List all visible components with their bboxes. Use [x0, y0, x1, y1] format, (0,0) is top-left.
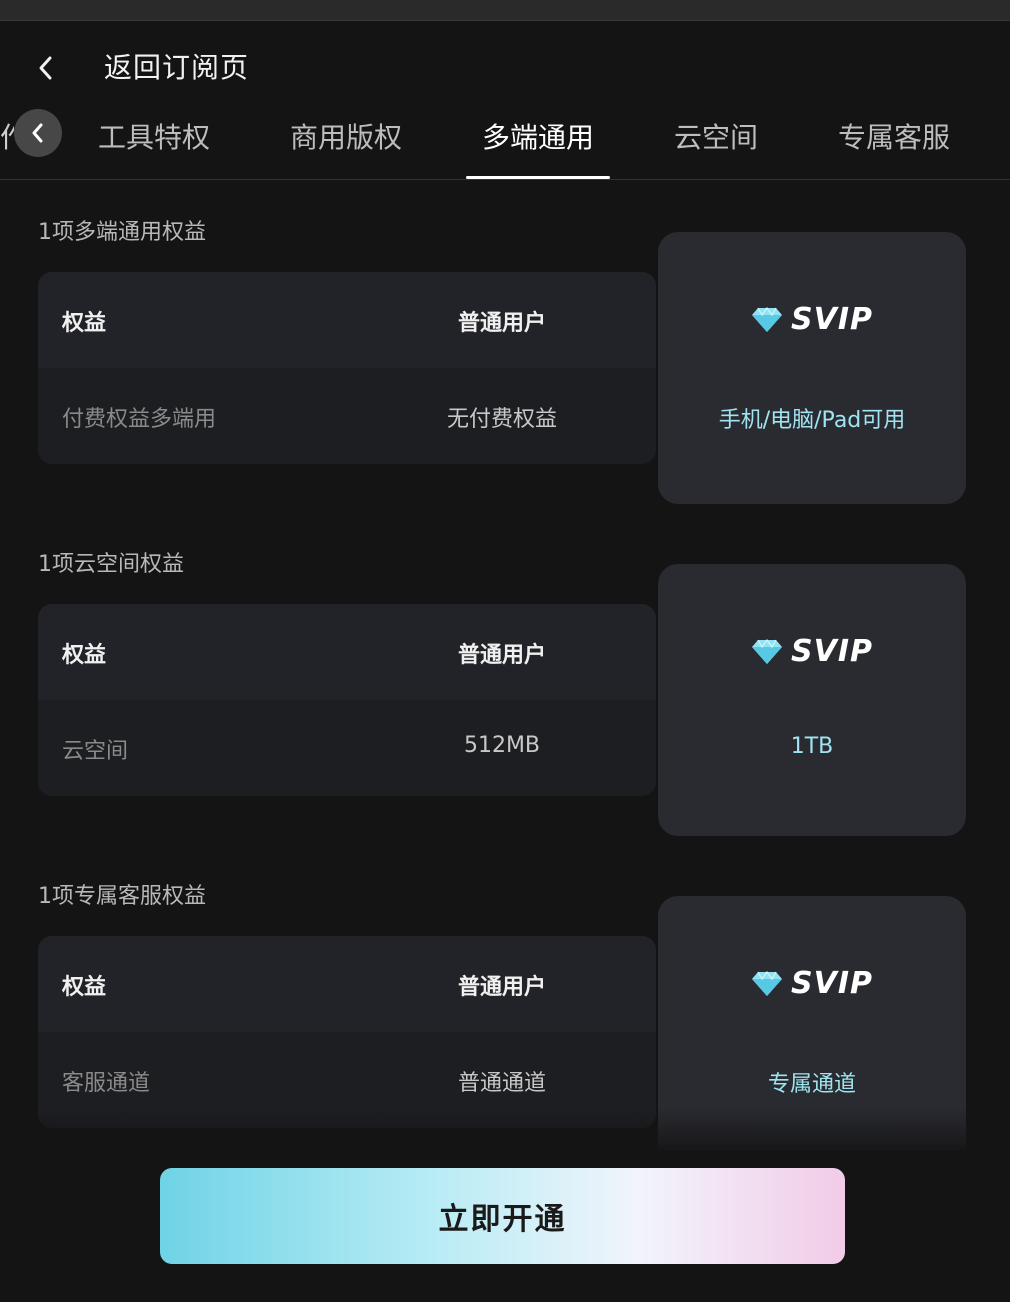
svip-value: 专属通道 [767, 1072, 856, 1097]
regular-user-value: 普通通道 [457, 1071, 546, 1096]
activate-now-button[interactable]: 立即开通 [160, 1168, 845, 1264]
tab-tool-privileges[interactable]: 工具特权 [98, 116, 210, 156]
tab-partial[interactable]: 作 [0, 116, 14, 156]
header-regular-user: 普通用户 [457, 975, 546, 1000]
table-row: 付费权益多端用 无付费权益 [38, 368, 656, 464]
section-title: 1项云空间权益 [38, 552, 184, 577]
back-to-subscription-label[interactable]: 返回订阅页 [104, 46, 249, 86]
window-top-strip [0, 0, 1010, 21]
active-tab-indicator [466, 176, 610, 179]
tab-scroll-left-button[interactable] [14, 109, 62, 157]
header-benefit: 权益 [62, 975, 107, 1000]
tab-multi-device[interactable]: 多端通用 [482, 116, 594, 156]
section-title: 1项专属客服权益 [38, 884, 206, 909]
svip-badge: SVIP [658, 302, 966, 337]
chevron-left-icon [32, 123, 43, 143]
svip-value: 手机/电脑/Pad可用 [718, 408, 906, 433]
table-header-row: 权益 普通用户 [38, 936, 656, 1032]
table-header-row: 权益 普通用户 [38, 272, 656, 368]
header-benefit: 权益 [62, 311, 107, 336]
header-regular-user: 普通用户 [457, 311, 546, 336]
header-benefit: 权益 [62, 643, 107, 668]
chevron-left-icon [39, 56, 52, 80]
svip-card: SVIP 1TB [658, 564, 966, 836]
header: 返回订阅页 [0, 22, 1010, 110]
svip-value: 1TB [790, 734, 834, 759]
svip-label: SVIP [791, 966, 873, 1001]
table-header-row: 权益 普通用户 [38, 604, 656, 700]
diamond-icon [752, 970, 782, 996]
section-title: 1项多端通用权益 [38, 220, 206, 245]
diamond-icon [752, 306, 782, 332]
svip-badge: SVIP [658, 966, 966, 1001]
benefit-name: 付费权益多端用 [62, 407, 217, 432]
regular-user-value: 512MB [463, 733, 541, 758]
benefit-name: 云空间 [62, 739, 129, 764]
header-regular-user: 普通用户 [457, 643, 546, 668]
benefit-table: 权益 普通用户 云空间 512MB [38, 604, 656, 796]
back-button[interactable] [28, 50, 64, 86]
svip-label: SVIP [791, 634, 873, 669]
svip-label: SVIP [791, 302, 873, 337]
benefit-table: 权益 普通用户 客服通道 普通通道 [38, 936, 656, 1128]
benefit-name: 客服通道 [62, 1071, 151, 1096]
tab-cloud-space[interactable]: 云空间 [674, 116, 758, 156]
diamond-icon [752, 638, 782, 664]
svip-card: SVIP 手机/电脑/Pad可用 [658, 232, 966, 504]
benefit-table: 权益 普通用户 付费权益多端用 无付费权益 [38, 272, 656, 464]
table-row: 云空间 512MB [38, 700, 656, 796]
scroll-fade [0, 1108, 1010, 1156]
regular-user-value: 无付费权益 [446, 407, 557, 432]
tab-commercial-copyright[interactable]: 商用版权 [290, 116, 402, 156]
svip-badge: SVIP [658, 634, 966, 669]
benefit-tabs: 作 工具特权 商用版权 多端通用 云空间 专属客服 [0, 98, 1010, 180]
tab-exclusive-support[interactable]: 专属客服 [838, 116, 950, 156]
